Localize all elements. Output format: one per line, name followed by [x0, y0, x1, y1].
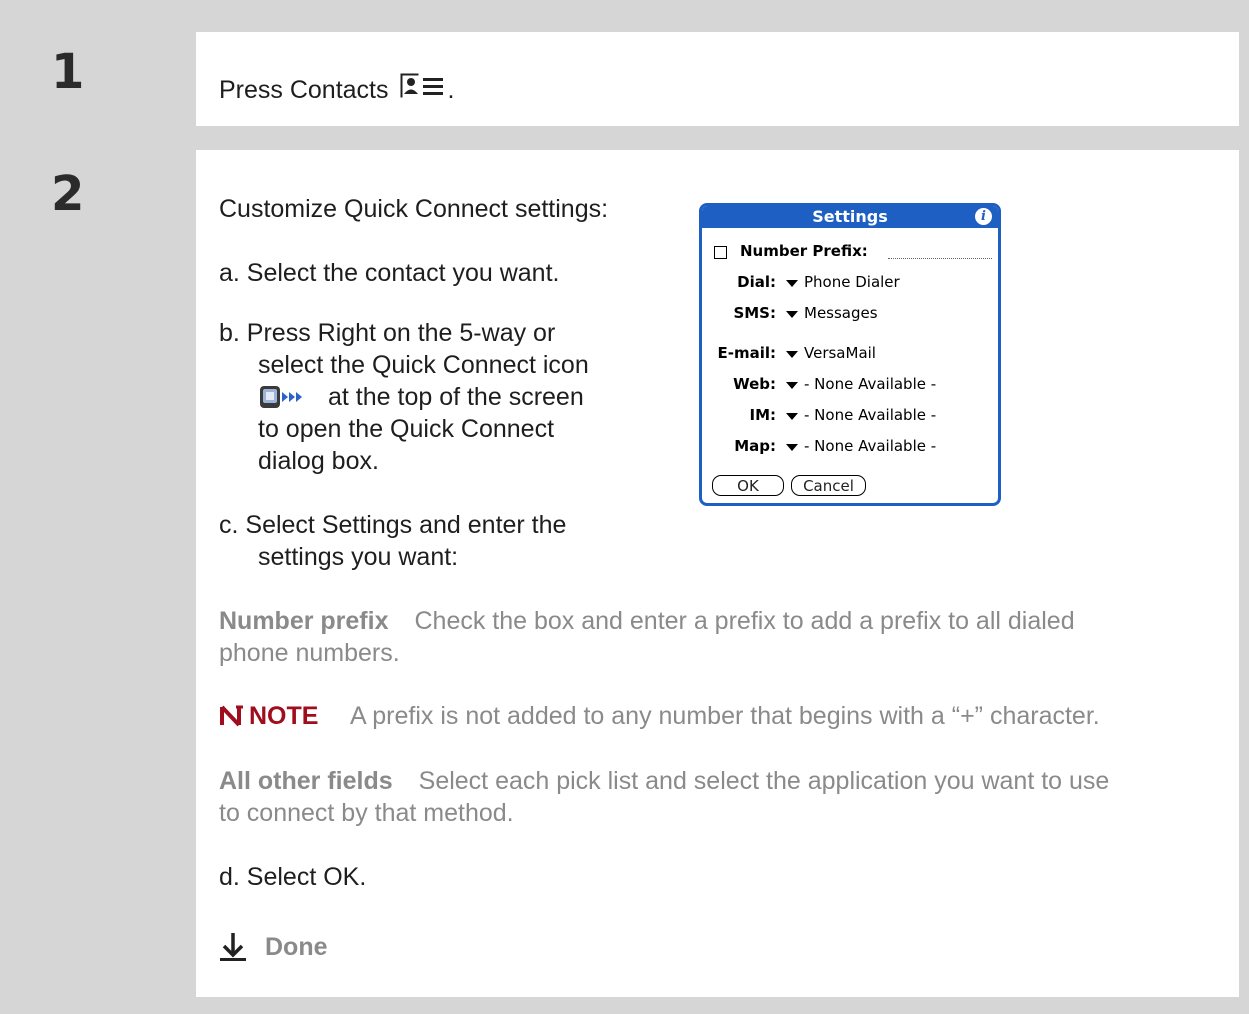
substep-b-line1: b. Press Right on the 5-way or — [219, 319, 556, 347]
number-prefix-label: Number Prefix: — [740, 242, 868, 260]
email-value[interactable]: VersaMail — [804, 344, 876, 362]
cancel-button[interactable]: Cancel — [791, 475, 866, 496]
email-row: E-mail: VersaMail — [702, 344, 998, 368]
sms-label: SMS: — [733, 304, 776, 322]
email-label: E-mail: — [717, 344, 776, 362]
info-icon[interactable]: i — [975, 208, 992, 225]
web-label: Web: — [733, 375, 776, 393]
other-fields-description: All other fields Select each pick list an… — [219, 767, 1110, 795]
email-dropdown-icon[interactable] — [786, 351, 798, 358]
step-1-panel: 1 Press Contacts . — [33, 32, 1239, 126]
map-label: Map: — [734, 437, 776, 455]
substep-a: a. Select the contact you want. — [219, 259, 560, 287]
sms-dropdown-icon[interactable] — [786, 311, 798, 318]
number-prefix-input[interactable] — [888, 258, 992, 259]
im-value[interactable]: - None Available - — [804, 406, 936, 424]
down-arrow-icon — [219, 931, 249, 971]
web-row: Web: - None Available - — [702, 375, 998, 399]
dial-dropdown-icon[interactable] — [786, 280, 798, 287]
other-fields-description-line2: to connect by that method. — [219, 799, 514, 827]
number-prefix-row: Number Prefix: — [702, 242, 998, 266]
other-fields-term: All other fields — [219, 767, 393, 795]
step-number: 1 — [33, 32, 196, 126]
step-1-instruction: Press Contacts . — [219, 72, 454, 108]
step-2-panel: 2 Customize Quick Connect settings: a. S… — [33, 150, 1239, 997]
map-row: Map: - None Available - — [702, 437, 998, 461]
substep-b-line2: select the Quick Connect icon — [258, 351, 589, 379]
number-prefix-description: Number prefix Check the box and enter a p… — [219, 607, 1075, 635]
number-prefix-term: Number prefix — [219, 607, 389, 635]
note-label: NOTE — [249, 702, 319, 730]
note-icon — [219, 704, 245, 736]
ok-button[interactable]: OK — [712, 475, 784, 496]
im-dropdown-icon[interactable] — [786, 413, 798, 420]
dial-value[interactable]: Phone Dialer — [804, 273, 900, 291]
number-prefix-description-line2: phone numbers. — [219, 639, 400, 667]
substep-c-line2: settings you want: — [258, 543, 459, 571]
dial-row: Dial: Phone Dialer — [702, 273, 998, 297]
map-value[interactable]: - None Available - — [804, 437, 936, 455]
sms-row: SMS: Messages — [702, 304, 998, 328]
note-text: A prefix is not added to any number that… — [350, 702, 1100, 730]
dial-label: Dial: — [737, 273, 776, 291]
settings-dialog-title: Settings i — [702, 206, 998, 228]
im-row: IM: - None Available - — [702, 406, 998, 430]
sms-value[interactable]: Messages — [804, 304, 878, 322]
substep-b-line4: to open the Quick Connect — [258, 415, 555, 443]
done-label: Done — [265, 933, 328, 961]
im-label: IM: — [749, 406, 776, 424]
substep-d: d. Select OK. — [219, 863, 367, 891]
step-number: 2 — [33, 150, 196, 997]
web-value[interactable]: - None Available - — [804, 375, 936, 393]
contacts-icon — [399, 72, 447, 108]
step-1-period: . — [447, 76, 455, 104]
substep-b-line5: dialog box. — [258, 447, 379, 475]
map-dropdown-icon[interactable] — [786, 444, 798, 451]
number-prefix-checkbox[interactable] — [714, 246, 727, 259]
web-dropdown-icon[interactable] — [786, 382, 798, 389]
press-contacts-text: Press Contacts — [219, 76, 389, 104]
step-2-intro: Customize Quick Connect settings: — [219, 195, 609, 223]
substep-c-line1: c. Select Settings and enter the — [219, 511, 567, 539]
settings-dialog: Settings i Number Prefix: Dial: Phone Di… — [699, 203, 1001, 506]
